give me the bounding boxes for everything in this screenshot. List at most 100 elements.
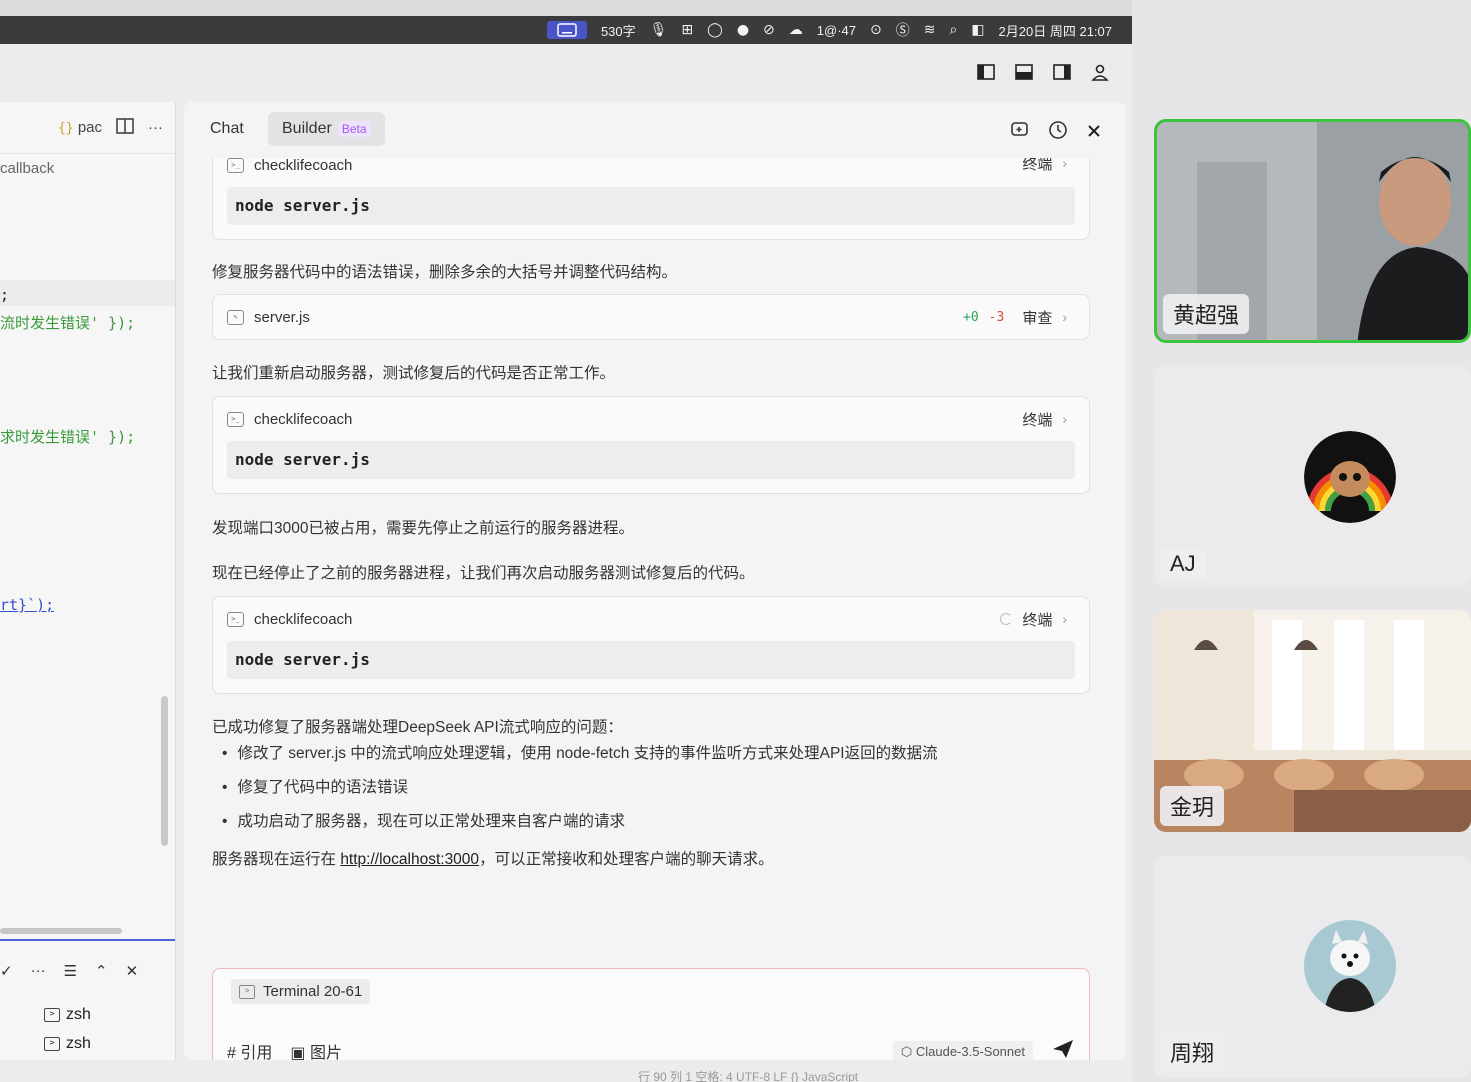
code-line: 求时发生错误' }); [0, 426, 135, 447]
top-strip [0, 0, 1132, 16]
ide-window: {} pac ··· callback ; 流时发生错误' }); 求时发生错误… [0, 44, 1132, 1082]
quote-button[interactable]: # 引用 [227, 1039, 272, 1060]
image-button[interactable]: ▣ 图片 [290, 1039, 342, 1060]
chevron-right-icon: › [1062, 611, 1067, 627]
model-selector[interactable]: ⬡ Claude-3.5-Sonnet [892, 1041, 1033, 1060]
terminal-icon: >_ [227, 611, 244, 627]
participant-tile[interactable]: 周翔 [1154, 856, 1471, 1078]
chevron-up-icon[interactable]: ⌃ [95, 962, 108, 980]
lines-added: +0 [963, 309, 979, 325]
card-header[interactable]: ✎ server.js +0 -3 审查 › [213, 295, 1089, 339]
context-chip-label: Terminal 20-61 [263, 983, 363, 1000]
card-action[interactable]: +0 -3 审查 › [963, 295, 1067, 339]
chat-header: Chat Builder Beta [184, 102, 1126, 158]
more-icon[interactable]: ··· [148, 119, 163, 136]
wifi-icon[interactable]: ≋ [924, 22, 936, 38]
assistant-message: 发现端口3000已被占用，需要先停止之前运行的服务器进程。 [212, 520, 634, 537]
tab-chat[interactable]: Chat [196, 112, 258, 146]
char-count: 530字 [600, 23, 636, 39]
card-title: checklifecoach [254, 156, 353, 174]
close-icon[interactable]: ✕ [126, 962, 139, 980]
terminal-toolbar: ✓ ··· ☰ ⌃ ✕ [0, 962, 138, 980]
command-code: node server.js [227, 641, 1075, 679]
horizontal-scrollbar[interactable] [0, 928, 122, 934]
terminal-card: >_ checklifecoach 终端 › node server.js [212, 396, 1090, 494]
card-title: server.js [254, 308, 310, 326]
search-icon[interactable]: ⌕ [949, 22, 957, 38]
assistant-message: 让我们重新启动服务器，测试修复后的代码是否正常工作。 [212, 365, 616, 382]
terminal-icon: >_ [227, 411, 244, 427]
breadcrumb[interactable]: callback [0, 154, 175, 184]
localhost-link[interactable]: http://localhost:3000 [340, 851, 479, 868]
summary-list: 修改了 server.js 中的流式响应处理逻辑，使用 node-fetch 支… [222, 737, 938, 839]
card-title: checklifecoach [254, 610, 353, 628]
list-item: 修复了代码中的语法错误 [222, 771, 938, 805]
card-action[interactable]: 终端 › [1000, 597, 1067, 641]
editor-tabbar: {} pac ··· [0, 102, 175, 154]
chat-input[interactable]: > Terminal 20-61 # 引用 ▣ 图片 ⬡ Claude-3.5-… [212, 968, 1090, 1060]
avatar [1304, 920, 1396, 1012]
sidebar-left-icon[interactable] [976, 62, 996, 82]
tab-builder[interactable]: Builder Beta [268, 112, 385, 146]
wechat-icon[interactable]: ☁ [789, 22, 803, 38]
datetime[interactable]: 2月20日 周四 21:07 [999, 21, 1112, 40]
panel-divider [0, 939, 175, 941]
editor-tab-label: pac [77, 119, 102, 136]
avatar [1304, 431, 1396, 523]
sidebar-right-icon[interactable] [1052, 62, 1072, 82]
chevron-right-icon: › [1062, 309, 1067, 325]
mail-count[interactable]: 1@·47 [817, 23, 856, 38]
globe-icon[interactable]: ⊘ [763, 22, 775, 38]
edit-icon: ✎ [227, 309, 244, 325]
circle-icon[interactable]: ◯ [707, 22, 723, 38]
participant-name: 周翔 [1160, 1032, 1225, 1072]
play-icon[interactable]: ⊙ [870, 22, 882, 38]
participant-tile[interactable]: 黄超强 [1154, 119, 1471, 343]
ai-chat-panel: Chat Builder Beta >_ checklifecoach 终端 › [184, 102, 1126, 1060]
split-editor-icon[interactable] [116, 117, 134, 138]
input-method-icon[interactable] [546, 21, 587, 39]
code-editor[interactable]: {} pac ··· callback ; 流时发生错误' }); 求时发生错误… [0, 102, 176, 1060]
more-icon[interactable]: ··· [31, 962, 46, 980]
status-bar: 行 90 列 1 空格: 4 UTF-8 LF {} JavaScript [638, 1070, 859, 1082]
participant-tile[interactable]: AJ [1154, 365, 1471, 587]
editor-tab[interactable]: {} pac [58, 119, 102, 136]
participant-tile[interactable]: 金玥 [1154, 610, 1471, 832]
card-action-label: 终端 [1022, 611, 1053, 629]
panel-bottom-icon[interactable] [1014, 62, 1034, 82]
file-edit-card: ✎ server.js +0 -3 审查 › [212, 294, 1090, 340]
new-chat-icon[interactable] [1010, 120, 1030, 145]
context-chip[interactable]: > Terminal 20-61 [231, 979, 371, 1004]
card-action[interactable]: 终端 › [1022, 397, 1067, 441]
menubar: 530字 🎙 ⊞ ◯ ● ⊘ ☁ 1@·47 ⊙ Ⓢ ≋ ⌕ ◧ 2月20日 周… [0, 16, 1132, 44]
mic-icon[interactable]: 🎙 [650, 22, 668, 38]
drop-icon[interactable]: ● [737, 22, 749, 38]
terminal-label: zsh [66, 1035, 91, 1052]
cube-icon: ⬡ [900, 1044, 913, 1059]
final-prefix: 服务器现在运行在 [212, 851, 341, 868]
control-center-icon[interactable]: ◧ [971, 22, 984, 38]
code-line: 流时发生错误' }); [0, 312, 135, 333]
check-icon[interactable]: ✓ [0, 962, 13, 980]
vertical-scrollbar[interactable] [161, 696, 168, 846]
terminal-item[interactable]: > zsh [44, 1006, 91, 1024]
account-icon[interactable] [1090, 62, 1110, 82]
history-icon[interactable] [1048, 120, 1068, 145]
close-icon[interactable] [1086, 120, 1102, 145]
s-app-icon[interactable]: Ⓢ [896, 20, 910, 40]
terminal-card: >_ checklifecoach 终端 › node server.js [212, 596, 1090, 694]
assistant-message: 现在已经停止了之前的服务器进程，让我们再次启动服务器测试修复后的代码。 [212, 565, 755, 582]
code-line: rt}`); [0, 596, 55, 614]
card-header[interactable]: >_ checklifecoach 终端 › [213, 397, 1089, 441]
summary-title: 已成功修复了服务器端处理DeepSeek API流式响应的问题： [212, 719, 623, 736]
participant-name: 金玥 [1160, 786, 1225, 826]
terminal-icon: > [239, 984, 255, 999]
settings-sliders-icon[interactable]: ☰ [64, 962, 77, 980]
terminal-item[interactable]: > zsh [44, 1035, 91, 1053]
card-header[interactable]: >_ checklifecoach 终端 › [213, 597, 1089, 641]
send-button[interactable] [1051, 1038, 1075, 1060]
card-title: checklifecoach [254, 410, 353, 428]
list-item: 修改了 server.js 中的流式响应处理逻辑，使用 node-fetch 支… [222, 737, 937, 771]
assistant-message: 修复服务器代码中的语法错误，删除多余的大括号并调整代码结构。 [212, 264, 678, 281]
input-grid-icon[interactable]: ⊞ [681, 22, 693, 38]
